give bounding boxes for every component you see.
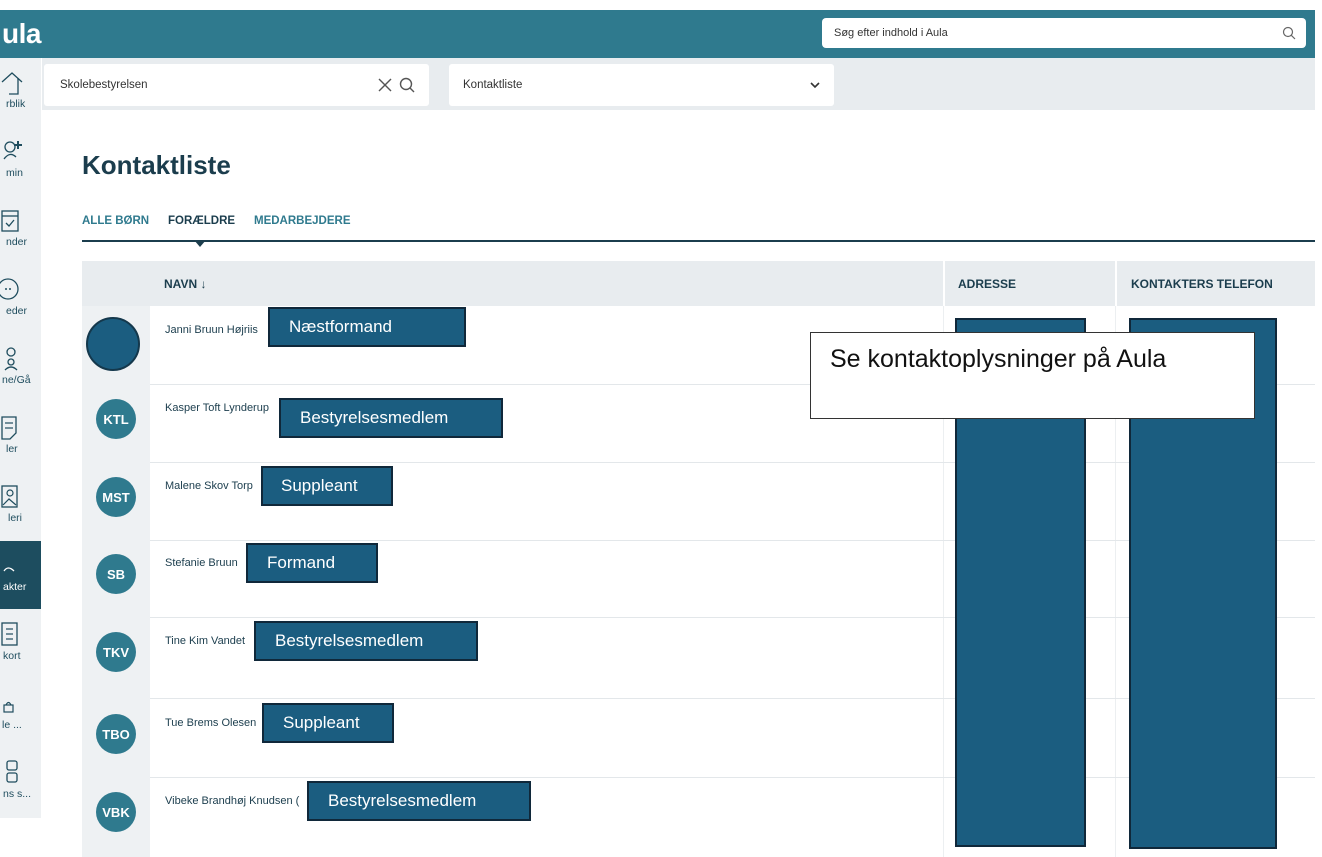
column-header-adresse[interactable]: ADRESSE [958, 277, 1016, 291]
sidebar-item-kalender[interactable]: nder [0, 196, 41, 264]
sidebar-item-min[interactable]: min [0, 127, 41, 195]
contacts-icon [3, 567, 15, 572]
column-header-navn[interactable]: NAVN ↓ [164, 277, 206, 291]
group-search-input[interactable] [58, 78, 377, 92]
avatar: TKV [96, 632, 136, 672]
contact-name[interactable]: Janni Bruun Højriis [165, 324, 258, 336]
calendar-icon [1, 210, 19, 232]
sidebar-item-skole-apps[interactable]: le ... [0, 679, 41, 747]
column-header-telefon[interactable]: KONTAKTERS TELEFON [1131, 277, 1273, 291]
column-divider [1115, 261, 1117, 306]
contact-name[interactable]: Stefanie Bruun [165, 557, 238, 569]
active-tab-indicator [194, 240, 206, 247]
top-bar: ula [0, 10, 1315, 58]
role-label: Suppleant [262, 703, 394, 743]
search-icon[interactable] [399, 77, 415, 93]
document-icon [1, 416, 17, 440]
user-plus-icon [3, 141, 22, 160]
tab-underline [82, 240, 1315, 242]
avatar: MST [96, 477, 136, 517]
tab-foraeldre[interactable]: FORÆLDRE [168, 215, 235, 227]
callout-box: Se kontaktoplysninger på Aula [810, 332, 1255, 419]
role-label: Næstformand [268, 307, 466, 347]
table-header: NAVN ↓ ADRESSE KONTAKTERS TELEFON [82, 261, 1315, 306]
sidebar-item-komme-gaa[interactable]: ne/Gå [0, 334, 41, 402]
sidebar-item-overblik[interactable]: rblik [0, 58, 41, 126]
sidebar-item-ugekort[interactable]: kort [0, 610, 41, 678]
contact-name[interactable]: Kasper Toft Lynderup [165, 402, 269, 414]
global-search[interactable] [822, 18, 1306, 48]
home-icon [1, 72, 23, 95]
list-type-select[interactable]: Kontaktliste [449, 64, 834, 106]
messages-icon [0, 278, 19, 300]
column-divider [943, 261, 945, 306]
avatar: SB [96, 554, 136, 594]
callout-text: Se kontaktoplysninger på Aula [830, 345, 1167, 373]
avatar: VBK [96, 792, 136, 832]
contact-name[interactable]: Malene Skov Torp [165, 480, 253, 492]
role-label: Bestyrelsesmedlem [307, 781, 531, 821]
role-label: Bestyrelsesmedlem [279, 398, 503, 438]
sidebar-item-opslag[interactable]: ler [0, 403, 41, 471]
search-icon[interactable] [1282, 26, 1296, 40]
clipboard-icon [1, 622, 18, 646]
contact-name[interactable]: Tine Kim Vandet [165, 635, 245, 647]
tab-medarbejdere[interactable]: MEDARBEJDERE [254, 215, 351, 227]
grid-icon [6, 760, 18, 783]
global-search-input[interactable] [832, 26, 1282, 40]
avatar: KTL [96, 399, 136, 439]
clear-icon[interactable] [377, 77, 393, 93]
group-search-field[interactable] [44, 64, 429, 106]
page-title: Kontaktliste [82, 150, 231, 180]
role-label: Formand [246, 543, 378, 583]
presence-icon [4, 347, 18, 371]
list-type-value: Kontaktliste [463, 79, 523, 91]
contact-name[interactable]: Tue Brems Olesen [165, 717, 256, 729]
sidebar-item-galleri[interactable]: leri [0, 472, 41, 540]
avatar [86, 317, 140, 371]
sidebar-item-dagens-skema[interactable]: ns s... [0, 748, 41, 816]
sidebar-item-beskeder[interactable]: eder [0, 265, 41, 333]
contact-name[interactable]: Vibeke Brandhøj Knudsen ( [165, 795, 299, 807]
aula-logo[interactable]: ula [2, 16, 62, 52]
role-label: Suppleant [261, 466, 393, 506]
chevron-down-icon [810, 81, 820, 88]
gallery-icon [1, 485, 18, 508]
sidebar-item-kontakter[interactable]: akter [0, 541, 41, 609]
tab-alle-boern[interactable]: ALLE BØRN [82, 215, 149, 227]
avatar: TBO [96, 714, 136, 754]
filter-bar: Kontaktliste [42, 58, 1315, 110]
sidebar: rblik min nder eder ne/Gå ler leri akter… [0, 58, 41, 818]
role-label: Bestyrelsesmedlem [254, 621, 478, 661]
app-icon [3, 701, 14, 713]
